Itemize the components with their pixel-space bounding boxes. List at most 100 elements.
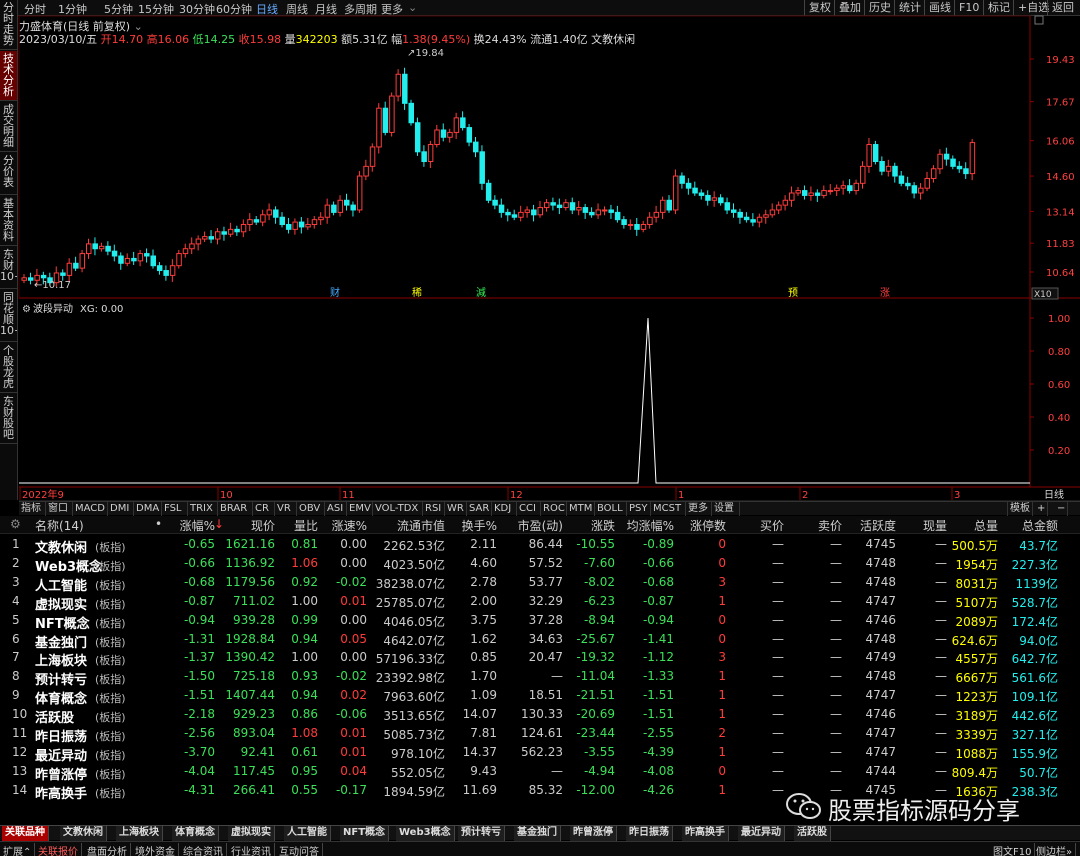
table-row[interactable]: 1 文教休闲 (板指) -0.65 1621.16 0.81 0.00 2262.53亿 2.1… [0, 534, 1080, 556]
indicator-tab[interactable]: DMA [134, 502, 162, 516]
related-sector-tab[interactable]: Web3概念 [396, 826, 455, 841]
table-row[interactable]: 4 虚拟现实 (板指) -0.87 711.02 1.00 0.01 25785.07亿 2.0… [0, 591, 1080, 613]
table-row[interactable]: 13 昨曾涨停 (板指) -4.04 117.45 0.95 0.04 552.05亿 9.43… [0, 761, 1080, 783]
indicator-tab[interactable]: CCI [517, 502, 541, 516]
table-row[interactable]: 6 基金独门 (板指) -1.31 1928.84 0.94 0.05 4642.07亿 1.6… [0, 629, 1080, 651]
table-row[interactable]: 12 最近异动 (板指) -3.70 92.41 0.61 0.01 978.10亿 14.37… [0, 742, 1080, 764]
column-header[interactable]: 涨速% [322, 517, 367, 534]
indicator-tab[interactable]: MACD [73, 502, 108, 516]
table-row[interactable]: 2 Web3概念 (板指) -0.66 1136.92 1.06 0.00 4023.50亿 4… [0, 553, 1080, 575]
template-button[interactable]: 模板 [1007, 502, 1033, 516]
related-sector-tab[interactable]: 昨日振荡 [626, 826, 673, 841]
column-header[interactable]: 名称(14) [35, 517, 155, 534]
f10-text-button[interactable]: 图文F10 [993, 843, 1036, 856]
column-header[interactable]: 现量 [905, 517, 947, 534]
related-sector-tab[interactable]: 虚拟现实 [228, 826, 275, 841]
table-row[interactable]: 10 活跃股 (板指) -2.18 929.23 0.86 -0.06 3513.65亿 14.… [0, 704, 1080, 726]
indicator-tab[interactable]: MTM [567, 502, 595, 516]
event-marker[interactable]: 稀 [412, 286, 422, 299]
event-marker[interactable]: 減 [476, 286, 486, 299]
sort-desc-icon[interactable]: ↓ [214, 517, 224, 531]
column-header[interactable]: 总金额 [1010, 517, 1058, 534]
related-sector-tab[interactable]: 昨曾涨停 [570, 826, 617, 841]
settings-gear-icon[interactable]: ⚙ [10, 517, 21, 531]
sector-name[interactable]: 昨高换手 [35, 783, 87, 802]
column-header[interactable]: 总量 [950, 517, 998, 534]
indicator-tab[interactable]: 设置 [712, 502, 740, 516]
indicator-tab[interactable]: 更多 [686, 502, 712, 516]
candle-body [369, 146, 376, 167]
related-sector-tab[interactable]: 体育概念 [172, 826, 219, 841]
indicator-tab[interactable]: 窗口 [46, 502, 73, 516]
status-tab[interactable]: 互动问答 [279, 843, 323, 856]
indicator-tab[interactable]: BRAR [218, 502, 253, 516]
indicator-tab[interactable]: TRIX [188, 502, 218, 516]
add-indicator-icon[interactable]: + [1035, 502, 1049, 516]
expand-button[interactable]: 扩展⌃ [3, 843, 36, 856]
table-row[interactable]: 3 人工智能 (板指) -0.68 1179.56 0.92 -0.02 38238.07亿 2… [0, 572, 1080, 594]
table-row[interactable]: 5 NFT概念 (板指) -0.94 939.28 0.99 0.00 4046.05亿 3.7… [0, 610, 1080, 632]
column-header[interactable]: 涨跌 [570, 517, 615, 534]
indicator-name[interactable]: 波段异动 [33, 302, 73, 315]
event-marker[interactable]: 涨 [880, 287, 890, 299]
column-header[interactable]: 流通市值 [372, 517, 445, 534]
related-sector-tab[interactable]: 上海板块 [116, 826, 163, 841]
related-products-tab[interactable]: 关联品种 [2, 826, 49, 841]
indicator-tab[interactable]: FSL [162, 502, 188, 516]
related-sector-tab[interactable]: 文教休闲 [60, 826, 107, 841]
indicator-tab[interactable]: ASI [325, 502, 347, 516]
indicator-tab[interactable]: SAR [467, 502, 492, 516]
indicator-tab[interactable]: ROC [541, 502, 567, 516]
column-header[interactable]: 卖价 [800, 517, 842, 534]
column-header[interactable]: 均涨幅% [624, 517, 674, 534]
related-sector-tab[interactable]: 基金独门 [514, 826, 561, 841]
indicator-tab[interactable]: DMI [108, 502, 134, 516]
related-sector-tab[interactable]: 昨高换手 [682, 826, 729, 841]
status-tab[interactable]: 行业资讯 [231, 843, 275, 856]
related-sector-tab[interactable]: 活跃股 [794, 826, 831, 841]
table-row[interactable]: 9 体育概念 (板指) -1.51 1407.44 0.94 0.02 7963.60亿 1.0… [0, 685, 1080, 707]
remove-indicator-icon[interactable]: − [1055, 502, 1069, 516]
indicator-tab[interactable]: VOL-TDX [373, 502, 423, 516]
candle-body [634, 224, 640, 230]
indicator-gear-icon[interactable]: ⚙ [22, 304, 31, 315]
column-header[interactable]: 买价 [742, 517, 784, 534]
indicator-tab[interactable]: OBV [297, 502, 325, 516]
status-tab[interactable]: 综合资讯 [183, 843, 227, 856]
column-header[interactable]: 换手% [452, 517, 497, 534]
table-row[interactable]: 8 预计转亏 (板指) -1.50 725.18 0.93 -0.02 23392.98亿 1.… [0, 666, 1080, 688]
related-sector-tab[interactable]: NFT概念 [340, 826, 390, 841]
indicator-tab[interactable]: VR [275, 502, 297, 516]
time-axis-label: 11 [342, 490, 355, 501]
table-row[interactable]: 7 上海板块 (板指) -1.37 1390.42 1.00 0.00 57196.33亿 0.… [0, 647, 1080, 669]
indicator-tab[interactable]: KDJ [492, 502, 517, 516]
event-marker[interactable]: 预 [788, 287, 798, 299]
table-row[interactable]: 11 昨日振荡 (板指) -2.56 893.04 1.08 0.01 5085.73亿 7.8… [0, 723, 1080, 745]
column-header[interactable]: 市盈(动) [503, 517, 563, 534]
column-header[interactable]: 量比 [280, 517, 318, 534]
indicator-tab[interactable]: WR [445, 502, 467, 516]
indicator-tab[interactable]: 指标 [19, 502, 46, 516]
window-toggle-icon[interactable] [1034, 15, 1044, 25]
column-header[interactable]: 现价 [225, 517, 275, 534]
status-tab[interactable]: 关联报价 [38, 843, 82, 856]
indicator-tab[interactable]: RSI [423, 502, 445, 516]
related-sector-tab[interactable]: 最近异动 [738, 826, 785, 841]
related-sector-tab[interactable]: 人工智能 [284, 826, 331, 841]
status-tab[interactable]: 境外资金 [135, 843, 179, 856]
sidebar-toggle-button[interactable]: 侧边栏» [1036, 843, 1077, 856]
column-header[interactable]: 涨幅% [165, 517, 215, 534]
status-tab[interactable]: 盘面分析 [87, 843, 131, 856]
indicator-tab[interactable]: MCST [651, 502, 686, 516]
time-period-label[interactable]: 日线 [1044, 488, 1064, 501]
kline-chart[interactable]: 19.43 17.67 16.06 14.60 13.14 11.83 10.64 财 稀 減 预… [0, 0, 1080, 501]
indicator-tab[interactable]: PSY [627, 502, 651, 516]
indicator-tab[interactable]: EMV [347, 502, 373, 516]
limit-up-count-cell: 1 [718, 707, 726, 722]
column-header[interactable]: 涨停数 [680, 517, 726, 534]
indicator-tab[interactable]: CR [253, 502, 275, 516]
column-header[interactable]: 活跃度 [850, 517, 896, 534]
indicator-tab[interactable]: BOLL [595, 502, 627, 516]
event-marker[interactable]: 财 [330, 286, 340, 299]
related-sector-tab[interactable]: 预计转亏 [458, 826, 505, 841]
